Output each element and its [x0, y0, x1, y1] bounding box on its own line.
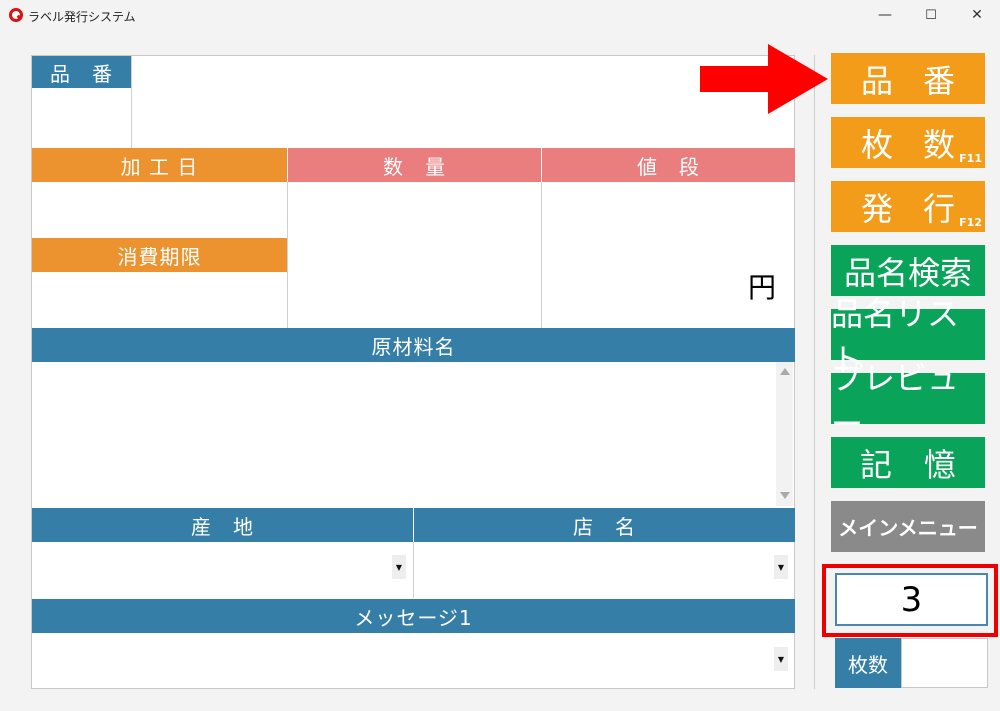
scroll-up-icon[interactable]	[780, 368, 790, 375]
window-title: ラベル発行システム	[28, 10, 136, 24]
f11-hint: F11	[959, 152, 982, 165]
suuryou-label: 数 量	[287, 148, 541, 182]
maximize-button[interactable]: ☐	[908, 3, 954, 27]
main-menu-button[interactable]: メインメニュー	[831, 501, 985, 552]
sanchi-select[interactable]	[32, 542, 413, 598]
message-chevron-down-icon[interactable]: ▼	[774, 647, 788, 671]
shouhikigen-field[interactable]	[32, 272, 287, 328]
hinban-button[interactable]: 品番	[831, 53, 985, 104]
genzairyou-label: 原材料名	[32, 328, 795, 362]
maisuu-field[interactable]	[901, 638, 988, 688]
suuryou-field[interactable]	[288, 182, 541, 328]
count-input[interactable]: 3	[835, 573, 988, 626]
app-logo-icon	[9, 8, 23, 22]
preview-button[interactable]: プレビュー	[831, 359, 985, 443]
maisuu-button[interactable]: 枚数 F11	[831, 117, 985, 168]
scroll-down-icon[interactable]	[780, 492, 790, 499]
maisuu-label: 枚数	[835, 638, 901, 688]
genzairyou-scrollbar[interactable]	[776, 362, 793, 506]
shouhikigen-label: 消費期限	[32, 238, 287, 272]
red-arrow-icon	[700, 44, 828, 114]
tenmei-select[interactable]	[414, 542, 795, 598]
nedan-label: 値 段	[541, 148, 795, 182]
close-button[interactable]: ✕	[954, 3, 1000, 27]
title-bar: ラベル発行システム — ☐ ✕	[0, 0, 1000, 31]
label-form: 品 番 加 工 日 数 量 値 段 消費期限 円 原材料名 産 地 店 名 ▼ …	[31, 55, 795, 689]
hinban-field[interactable]	[132, 56, 794, 148]
tenmei-label: 店 名	[414, 508, 795, 542]
divider	[814, 55, 815, 689]
kioku-button[interactable]: 記 憶	[831, 437, 985, 488]
genzairyou-textarea[interactable]	[32, 362, 776, 506]
hinban-value[interactable]	[32, 88, 131, 148]
yen-unit: 円	[748, 271, 777, 304]
hinban-button-label: 品番	[860, 61, 985, 100]
sanchi-chevron-down-icon[interactable]: ▼	[392, 555, 406, 579]
kakoubi-field[interactable]	[32, 182, 287, 238]
f12-hint: F12	[959, 216, 982, 229]
hinban-label: 品 番	[32, 56, 131, 88]
sanchi-label: 産 地	[32, 508, 413, 542]
message-select[interactable]	[32, 633, 795, 689]
hakkou-button[interactable]: 発行 F12	[831, 181, 985, 232]
message-label: メッセージ1	[32, 599, 795, 633]
nedan-field[interactable]	[542, 182, 795, 328]
minimize-button[interactable]: —	[862, 3, 908, 27]
kakoubi-label: 加 工 日	[32, 148, 287, 182]
tenmei-chevron-down-icon[interactable]: ▼	[774, 555, 788, 579]
